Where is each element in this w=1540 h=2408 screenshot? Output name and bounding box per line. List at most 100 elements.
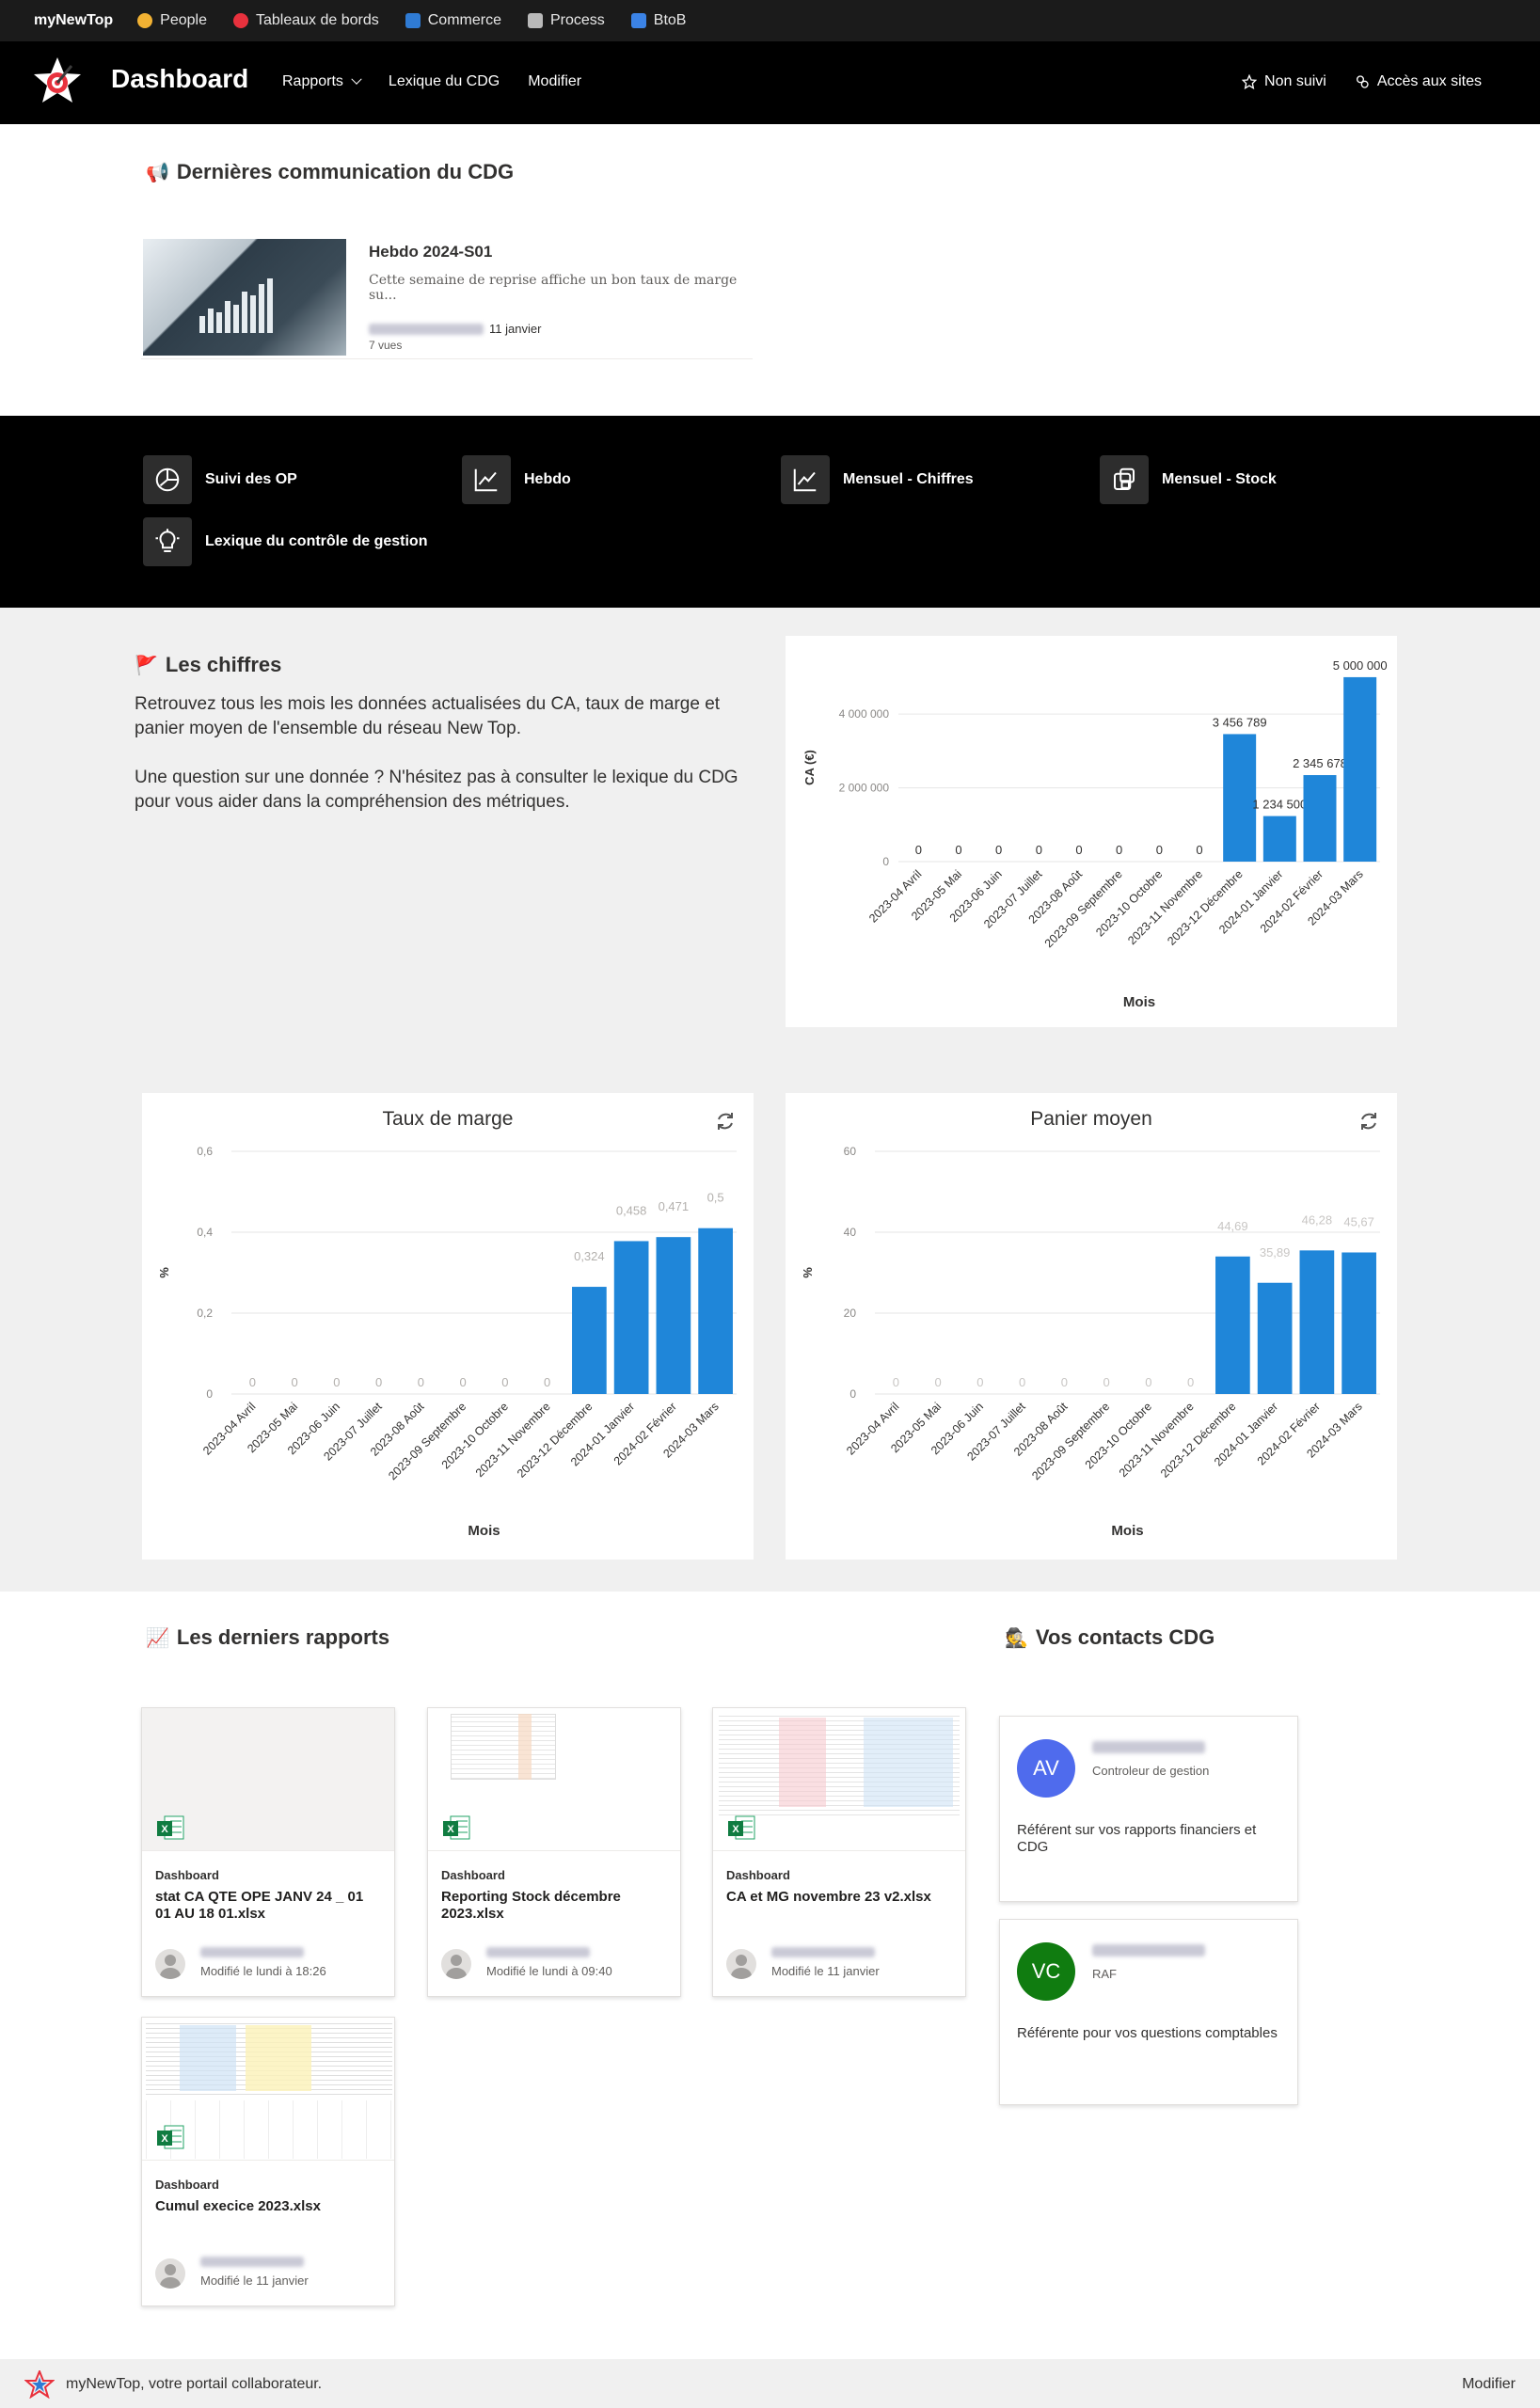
news-section-title: 📢 Dernières communication du CDG xyxy=(146,160,514,184)
author-name-redacted xyxy=(369,323,484,335)
hub-link-process[interactable]: Process xyxy=(527,12,605,29)
news-thumbnail[interactable] xyxy=(143,239,346,356)
y-tick-label: 4 000 000 xyxy=(839,707,890,721)
figures-description: Retrouvez tous les mois les données actu… xyxy=(135,692,746,815)
report-name[interactable]: stat CA QTE OPE JANV 24 _ 01 01 AU 18 01… xyxy=(155,1889,381,1923)
hub-link-label: Commerce xyxy=(427,12,501,28)
bar xyxy=(1215,1256,1250,1394)
site-title[interactable]: Dashboard xyxy=(111,64,248,94)
data-label: 0 xyxy=(1061,1375,1068,1389)
report-name[interactable]: CA et MG novembre 23 v2.xlsx xyxy=(726,1889,952,1906)
commerce-icon xyxy=(405,13,421,28)
contact-name-redacted[interactable] xyxy=(1092,1741,1205,1753)
report-name[interactable]: Cumul execice 2023.xlsx xyxy=(155,2198,381,2215)
y-axis-label: CA (€) xyxy=(802,750,817,785)
people-icon xyxy=(137,13,153,28)
report-card[interactable]: X Dashboard stat CA QTE OPE JANV 24 _ 01… xyxy=(141,1707,395,1997)
avatar xyxy=(155,1949,185,1979)
report-modified: Modifié le lundi à 09:40 xyxy=(486,1964,612,1978)
bar xyxy=(1223,734,1257,862)
nav-rapports[interactable]: Rapports xyxy=(282,73,362,90)
follow-button[interactable]: Non suivi xyxy=(1242,73,1326,90)
quicklink-suivi-op[interactable]: Suivi des OP xyxy=(143,455,297,504)
x-tick-label: 2023-11 Novembre xyxy=(1117,1400,1197,1480)
nav-modifier[interactable]: Modifier xyxy=(528,73,581,90)
y-tick-label: 20 xyxy=(844,1307,857,1320)
report-card[interactable]: X Dashboard Cumul execice 2023.xlsx Modi… xyxy=(141,2017,395,2306)
data-label: 0 xyxy=(1196,843,1202,857)
footer: myNewTop, votre portail collaborateur. M… xyxy=(0,2359,1540,2408)
quicklink-mensuel-chiffres[interactable]: Mensuel - Chiffres xyxy=(781,455,974,504)
contact-name-redacted[interactable] xyxy=(1092,1944,1205,1956)
x-axis-label: Mois xyxy=(468,1523,500,1539)
bar xyxy=(572,1287,607,1394)
data-label: 0 xyxy=(1075,843,1082,857)
hub-link-btob[interactable]: BtoB xyxy=(630,12,686,29)
hub-link-commerce[interactable]: Commerce xyxy=(405,12,501,29)
y-axis-label: % xyxy=(801,1267,815,1278)
data-label: 0,471 xyxy=(659,1199,690,1213)
contact-card[interactable]: VC RAF Référente pour vos questions comp… xyxy=(999,1919,1298,2105)
x-tick-label: 2023-11 Novembre xyxy=(1125,867,1205,947)
y-tick-label: 0,4 xyxy=(197,1226,213,1239)
hub-brand-link[interactable]: myNewTop xyxy=(34,12,113,29)
suite-bar: myNewTop People Tableaux de bords Commer… xyxy=(0,0,1540,41)
data-label: 0 xyxy=(333,1375,340,1389)
report-name[interactable]: Reporting Stock décembre 2023.xlsx xyxy=(441,1889,667,1923)
refresh-icon[interactable] xyxy=(714,1110,737,1133)
data-label: 0,458 xyxy=(616,1203,647,1217)
margin-chart-card: Taux de marge 0 0,2 0,4 0,6 0 2023-04 Avril 0 2… xyxy=(142,1093,754,1560)
contact-card[interactable]: AV Controleur de gestion Référent sur vo… xyxy=(999,1716,1298,1902)
quicklink-lexique[interactable]: Lexique du contrôle de gestion xyxy=(143,517,427,566)
data-label: 0 xyxy=(292,1375,298,1389)
data-label: 0 xyxy=(893,1375,899,1389)
target-icon xyxy=(232,13,248,28)
site-logo-icon[interactable] xyxy=(30,55,85,109)
x-tick-label: 2023-12 Décembre xyxy=(515,1400,595,1481)
news-section: 📢 Dernières communication du CDG Hebdo 2… xyxy=(0,124,1540,416)
footer-edit-link[interactable]: Modifier xyxy=(1462,2376,1516,2393)
contacts-title: 🕵 Vos contacts CDG xyxy=(1005,1625,1215,1650)
figures-paragraph: Une question sur une donnée ? N'hésitez … xyxy=(135,768,738,812)
megaphone-icon: 📢 xyxy=(146,162,169,183)
refresh-icon[interactable] xyxy=(1357,1110,1380,1133)
site-access-button[interactable]: Accès aux sites xyxy=(1355,73,1482,90)
data-label: 0 xyxy=(1036,843,1042,857)
report-card[interactable]: X Dashboard Reporting Stock décembre 202… xyxy=(427,1707,681,1997)
data-label: 3 456 789 xyxy=(1213,715,1267,729)
x-tick-label: 2023-09 Septembre xyxy=(386,1400,468,1482)
hub-link-label: People xyxy=(160,12,207,28)
quicklink-label: Mensuel - Chiffres xyxy=(843,471,974,487)
follow-label: Non suivi xyxy=(1264,73,1326,89)
report-site: Dashboard xyxy=(726,1868,790,1882)
figures-paragraph: Retrouvez tous les mois les données actu… xyxy=(135,694,721,738)
nav-lexique[interactable]: Lexique du CDG xyxy=(389,73,500,90)
news-item-meta: 11 janvier xyxy=(369,322,541,336)
svg-text:X: X xyxy=(732,1824,739,1835)
data-label: 0 xyxy=(1103,1375,1110,1389)
bar xyxy=(613,1241,649,1394)
data-label: 0 xyxy=(976,1375,983,1389)
report-modified: Modifié le lundi à 18:26 xyxy=(200,1964,326,1978)
quicklink-mensuel-stock[interactable]: Mensuel - Stock xyxy=(1100,455,1277,504)
y-tick-label: 0 xyxy=(206,1387,213,1401)
quicklink-hebdo[interactable]: Hebdo xyxy=(462,455,571,504)
y-tick-label: 40 xyxy=(844,1226,857,1239)
report-card[interactable]: X Dashboard CA et MG novembre 23 v2.xlsx… xyxy=(712,1707,966,1997)
hub-link-tableaux[interactable]: Tableaux de bords xyxy=(232,12,379,29)
svg-text:X: X xyxy=(161,1824,168,1835)
bar xyxy=(1303,775,1337,862)
x-axis-label: Mois xyxy=(1123,994,1155,1010)
data-label: 0 xyxy=(501,1375,508,1389)
news-item-title[interactable]: Hebdo 2024-S01 xyxy=(369,243,492,261)
red-flag-icon: 🚩 xyxy=(135,655,158,676)
data-label: 0 xyxy=(418,1375,424,1389)
data-label: 45,67 xyxy=(1343,1215,1374,1229)
news-item[interactable]: Hebdo 2024-S01 Cette semaine de reprise … xyxy=(141,239,753,359)
bar xyxy=(1342,1252,1376,1394)
data-label: 0 xyxy=(375,1375,382,1389)
chart-increasing-icon: 📈 xyxy=(146,1627,169,1649)
basket-bar-chart: 020406002023-04 Avril02023-05 Mai02023-0… xyxy=(801,1145,1380,1539)
news-item-date: 11 janvier xyxy=(489,322,542,336)
hub-link-people[interactable]: People xyxy=(137,12,207,29)
